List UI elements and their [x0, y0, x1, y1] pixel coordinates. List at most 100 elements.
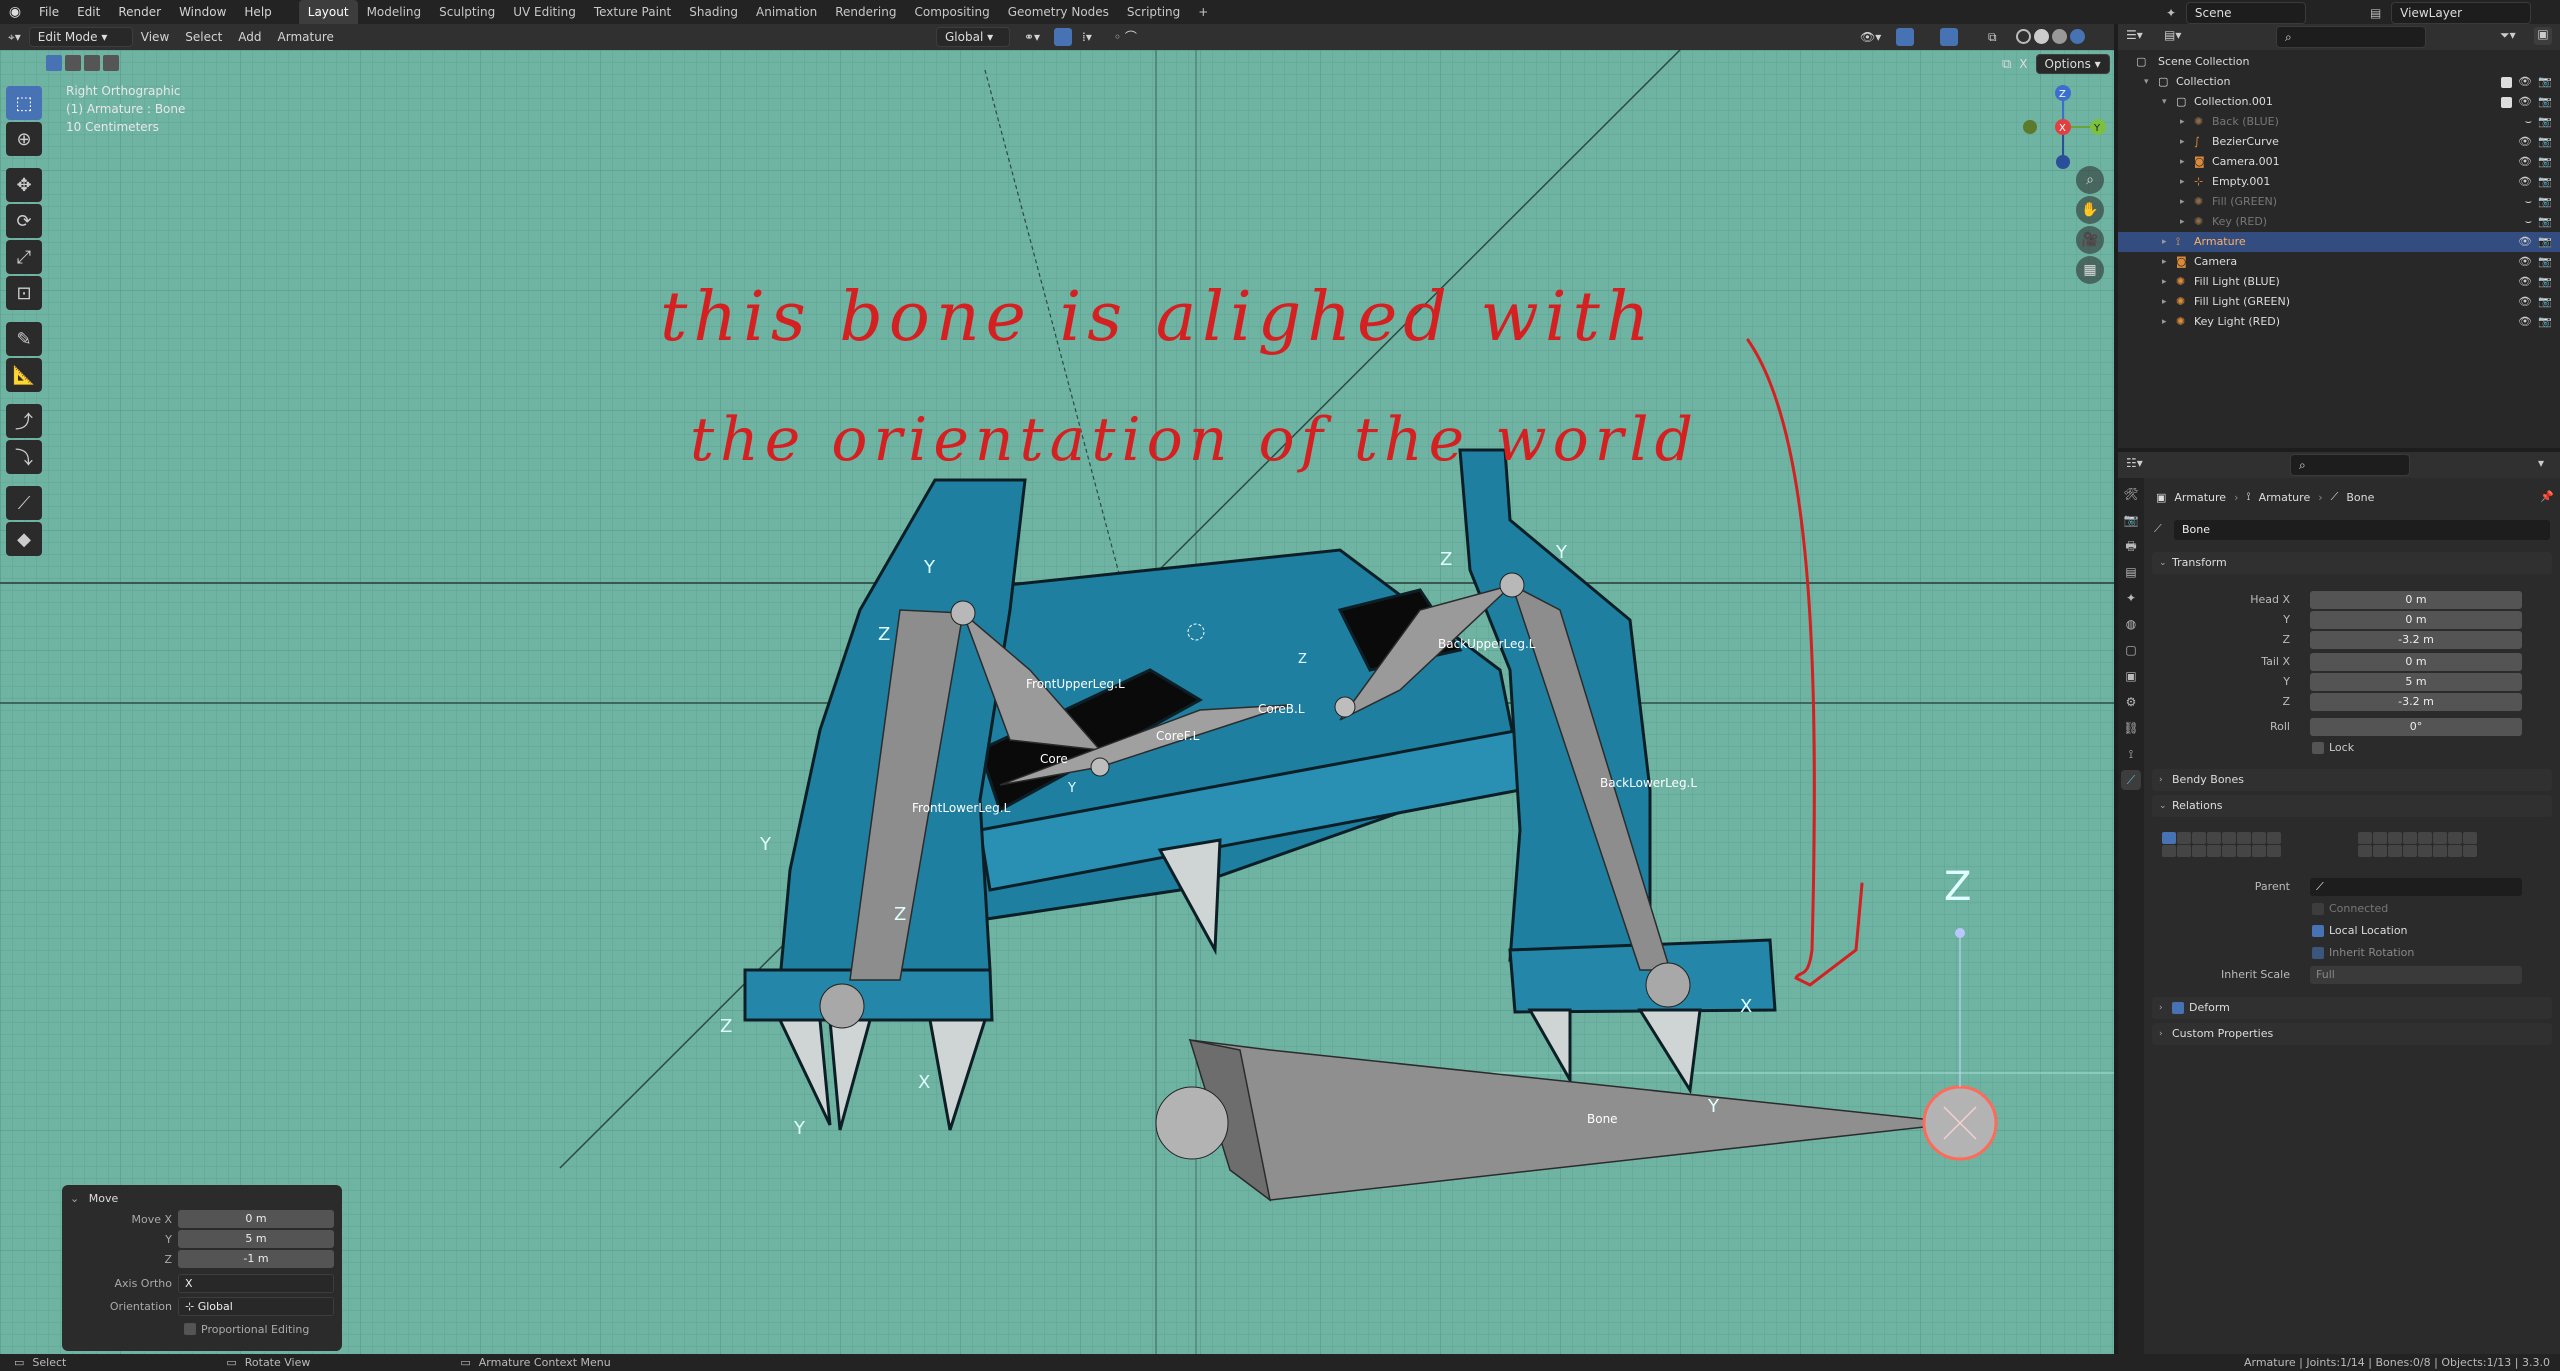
render-camera-icon[interactable]: 📷: [2538, 72, 2552, 92]
eye-icon[interactable]: ⌣: [2525, 112, 2532, 132]
outliner-item[interactable]: ▸ ✺ Fill (GREEN) ⌣ 📷: [2118, 192, 2560, 212]
modifiers-tab-icon[interactable]: ⚙: [2121, 692, 2141, 712]
parent-field[interactable]: ⟋: [2310, 878, 2522, 896]
bone-layer-cell[interactable]: [2463, 845, 2477, 857]
render-camera-icon[interactable]: 📷: [2538, 232, 2552, 252]
expand-arrow-icon[interactable]: ▾: [2162, 92, 2167, 112]
tab-geometry-nodes[interactable]: Geometry Nodes: [999, 0, 1118, 24]
menu-add[interactable]: Add: [230, 25, 269, 49]
lock-checkbox-box[interactable]: [2312, 742, 2324, 754]
view-layer-field[interactable]: ViewLayer: [2391, 2, 2532, 24]
bone-layer-cell[interactable]: [2177, 845, 2191, 857]
bone-name-field[interactable]: Bone: [2174, 520, 2550, 540]
menu-armature[interactable]: Armature: [270, 25, 342, 49]
proportional-checkbox-box[interactable]: [184, 1323, 196, 1335]
armature-data-tab-icon[interactable]: ⟟: [2121, 744, 2141, 764]
snap-icon[interactable]: [1054, 28, 1072, 46]
move-tool[interactable]: ✥: [6, 168, 42, 202]
bone-layer-cell[interactable]: [2192, 845, 2206, 857]
bone-layer-cell[interactable]: [2252, 832, 2266, 844]
bone-layers-grid-1[interactable]: [2162, 832, 2281, 857]
outliner-item[interactable]: ▸ ∫ BezierCurve 👁 📷: [2118, 132, 2560, 152]
bone-layer-cell[interactable]: [2162, 845, 2176, 857]
constraints-tab-icon[interactable]: ⛓: [2121, 718, 2141, 738]
add-workspace-button[interactable]: +: [1189, 0, 1217, 24]
properties-search-input[interactable]: ⌕: [2290, 454, 2410, 476]
render-camera-icon[interactable]: 📷: [2538, 152, 2552, 172]
scene-tab-icon[interactable]: ✦: [2121, 588, 2141, 608]
bone-layer-cell[interactable]: [2403, 845, 2417, 857]
eye-icon[interactable]: 👁: [2518, 152, 2532, 172]
3d-viewport[interactable]: this bone is alighed with the orientatio…: [0, 50, 2114, 1354]
tab-compositing[interactable]: Compositing: [905, 0, 998, 24]
bone-layer-cell[interactable]: [2463, 832, 2477, 844]
cursor-tool[interactable]: ⊕: [6, 122, 42, 156]
collection-tab-icon[interactable]: ▢: [2121, 640, 2141, 660]
menu-select[interactable]: Select: [177, 25, 230, 49]
expand-arrow-icon[interactable]: ▸: [2180, 212, 2185, 232]
bone-layer-cell[interactable]: [2433, 832, 2447, 844]
scale-tool[interactable]: ⤢: [6, 240, 42, 274]
expand-arrow-icon[interactable]: ▸: [2162, 292, 2167, 312]
outliner-item[interactable]: ▾ ▢ Collection.001 👁 📷: [2118, 92, 2560, 112]
bone-envelope-tool[interactable]: ◆: [6, 522, 42, 556]
move-x-field[interactable]: 0 m: [178, 1210, 334, 1228]
tail-x-field[interactable]: 0 m: [2310, 653, 2522, 671]
display-mode-icon[interactable]: ▤▾: [2164, 28, 2181, 42]
axis-ortho-dropdown[interactable]: X: [178, 1273, 334, 1293]
eye-icon[interactable]: 👁: [2518, 132, 2532, 152]
toggle-sidebar-icon[interactable]: ⧉: [2002, 57, 2011, 72]
menu-view[interactable]: View: [133, 25, 177, 49]
view-layer-selector[interactable]: ▤ ViewLayer: [2370, 2, 2532, 24]
outliner-item[interactable]: ▸ ✺ Fill Light (GREEN) 👁 📷: [2118, 292, 2560, 312]
object-tab-icon[interactable]: ▣: [2121, 666, 2141, 686]
eye-icon[interactable]: ⌣: [2525, 212, 2532, 232]
tool-tab-icon[interactable]: 🛠: [2121, 484, 2141, 504]
bone-layer-cell[interactable]: [2388, 845, 2402, 857]
menu-file[interactable]: File: [30, 0, 68, 24]
inherit-rotation-checkbox[interactable]: Inherit Rotation: [2144, 943, 2560, 963]
move-z-field[interactable]: -1 m: [178, 1250, 334, 1268]
tab-layout[interactable]: Layout: [298, 0, 358, 24]
render-camera-icon[interactable]: 📷: [2538, 192, 2552, 212]
bone-layer-cell[interactable]: [2418, 845, 2432, 857]
pivot-icon[interactable]: ⚭▾: [1016, 25, 1048, 49]
outliner-item[interactable]: ▸ ◙ Camera 👁 📷: [2118, 252, 2560, 272]
bone-layer-cell[interactable]: [2373, 845, 2387, 857]
properties-editor-icon[interactable]: ☷▾: [2126, 456, 2143, 470]
expand-arrow-icon[interactable]: ▸: [2180, 192, 2185, 212]
eye-icon[interactable]: 👁: [2518, 232, 2532, 252]
camera-view-icon[interactable]: 🎥: [2076, 226, 2104, 254]
bone-layer-cell[interactable]: [2267, 845, 2281, 857]
filter-icon[interactable]: ⏷▾: [2500, 28, 2516, 43]
exclude-checkbox[interactable]: [2501, 97, 2512, 108]
orientation-dropdown[interactable]: ⊹ Global: [178, 1296, 334, 1316]
snap-target-icon[interactable]: ⁞▾: [1074, 25, 1100, 49]
overlay-toggle-icon[interactable]: [1940, 28, 1958, 46]
bone-layer-cell[interactable]: [2177, 832, 2191, 844]
render-camera-icon[interactable]: 📷: [2538, 212, 2552, 232]
world-tab-icon[interactable]: ◍: [2121, 614, 2141, 634]
tail-z-field[interactable]: -3.2 m: [2310, 693, 2522, 711]
bone-layer-cell[interactable]: [2237, 845, 2251, 857]
bone-layer-cell[interactable]: [2448, 832, 2462, 844]
solid-shading-icon[interactable]: [2034, 29, 2049, 44]
menu-edit[interactable]: Edit: [68, 0, 109, 24]
menu-render[interactable]: Render: [109, 0, 170, 24]
connected-checkbox[interactable]: Connected: [2144, 899, 2560, 919]
bone-layer-cell[interactable]: [2252, 845, 2266, 857]
wireframe-shading-icon[interactable]: [2016, 29, 2031, 44]
eye-icon[interactable]: 👁: [2518, 272, 2532, 292]
axis-lock-x[interactable]: X: [2019, 57, 2027, 71]
deform-panel-header[interactable]: › Deform: [2152, 997, 2552, 1019]
outliner-scene-collection[interactable]: ▢ Scene Collection: [2118, 52, 2560, 72]
roll-field[interactable]: 0°: [2310, 718, 2522, 736]
eye-icon[interactable]: 👁: [2518, 312, 2532, 332]
head-x-field[interactable]: 0 m: [2310, 591, 2522, 609]
options-dropdown[interactable]: Options ▾: [2035, 54, 2110, 74]
head-z-field[interactable]: -3.2 m: [2310, 631, 2522, 649]
tab-sculpting[interactable]: Sculpting: [430, 0, 504, 24]
bone-layer-cell[interactable]: [2373, 832, 2387, 844]
outliner-item[interactable]: ▸ ⟟ Armature 👁 📷: [2118, 232, 2560, 252]
menu-help[interactable]: Help: [235, 0, 280, 24]
